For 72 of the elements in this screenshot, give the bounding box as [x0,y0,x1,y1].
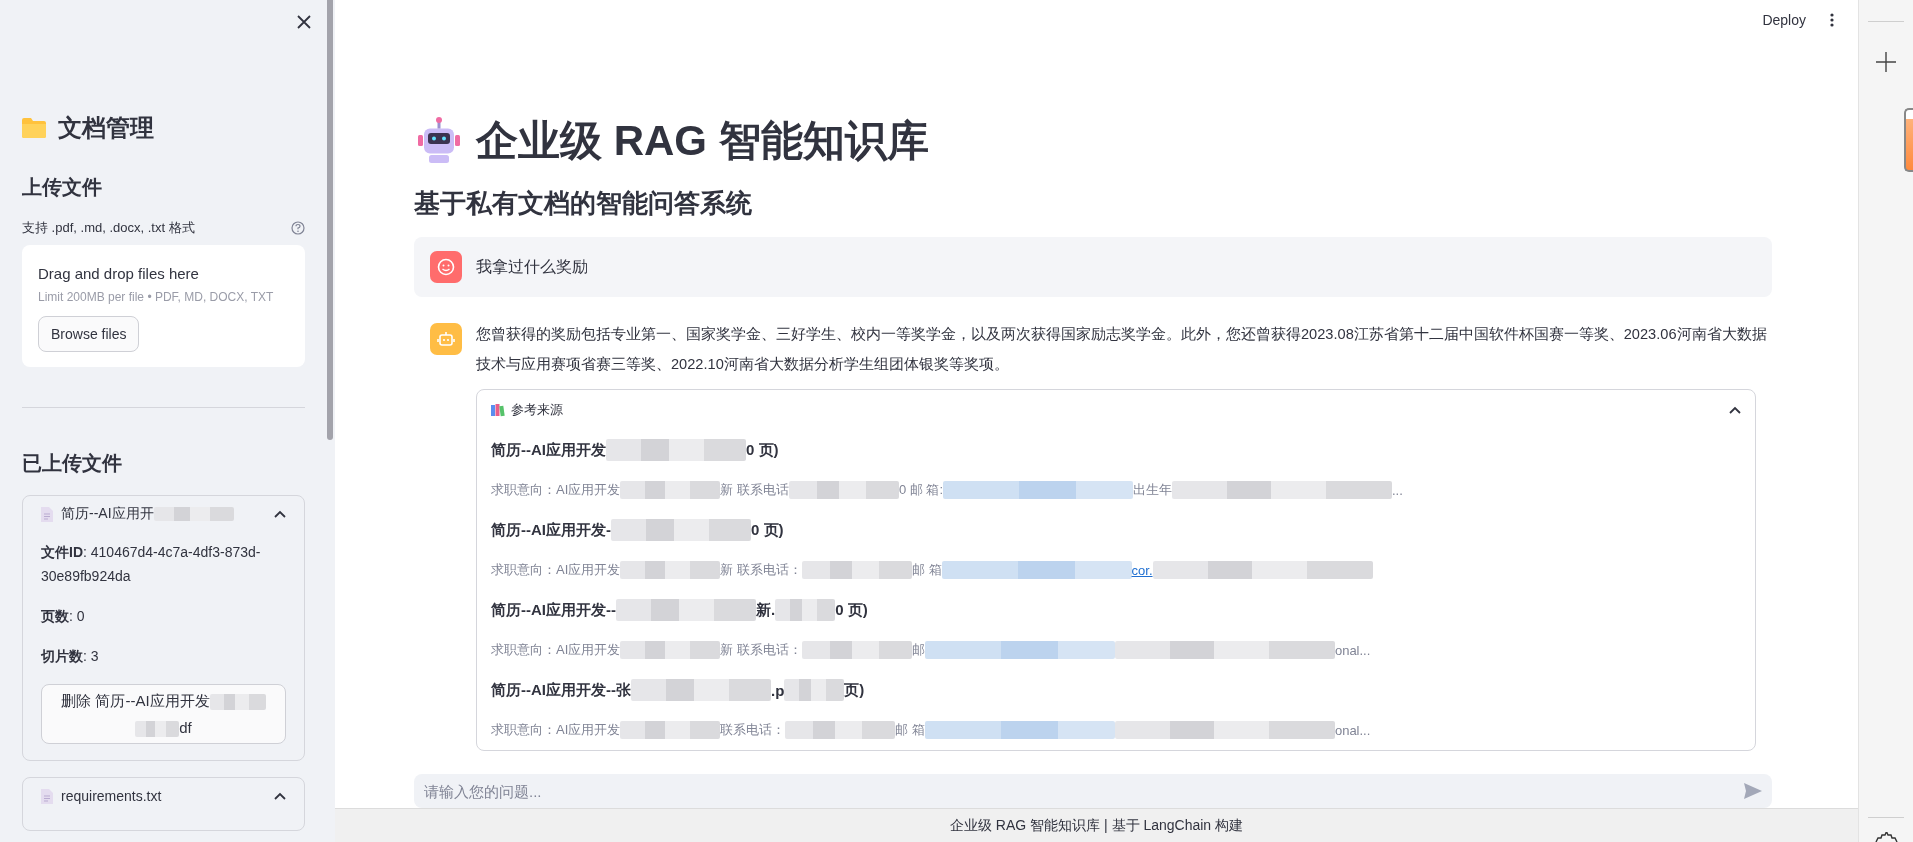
source-title: 简历--AI应用开发--张 [491,680,631,700]
smiley-icon [437,258,455,276]
sidebar-title: 文档管理 [58,113,154,143]
redaction-blur [209,694,266,710]
source-snippet: 出生年 [1133,481,1172,499]
document-icon [41,506,53,522]
source-snippet: 邮 箱 [895,721,925,739]
plus-icon[interactable] [1876,52,1896,72]
source-snippet: 求职意向：AI应用开发 [491,721,621,739]
caret-up-icon[interactable] [1729,406,1741,414]
source-snippet: 邮 [911,641,925,659]
gear-icon[interactable] [1873,832,1899,842]
help-icon[interactable] [291,221,305,235]
source-snippet: 0 邮 箱: [898,481,943,499]
source-snippet: 新 联系电话： [720,641,802,659]
browse-button[interactable]: Browse files [38,316,140,352]
folder-icon [22,118,46,138]
expander-header[interactable]: requirements.txt [41,778,286,814]
source-title: 简历--AI应用开发- [491,520,611,540]
source-snippet: 求职意向：AI应用开发 [491,481,621,499]
scrollbar-thumb[interactable] [327,0,333,440]
expander-title: 参考来源 [511,401,564,419]
link[interactable]: cor. [1131,562,1153,578]
section-heading: 上传文件 [22,175,103,200]
source-title: 新. [756,600,776,620]
source-snippet: 求职意向：AI应用开发 [491,561,621,579]
source-title: 简历--AI应用开发-- [491,600,616,620]
redaction-blur [775,599,836,621]
document-icon [41,788,53,804]
expander-header[interactable]: 参考来源 [491,390,1741,430]
source-title: 0 页) [835,600,868,620]
section-heading: 已上传文件 [22,451,123,476]
chat-input[interactable]: 请输入您的问题... [414,774,1772,808]
source-title: .p [771,681,785,699]
robot-icon [437,330,455,348]
upload-label: 支持 .pdf, .md, .docx, .txt 格式 [22,219,195,237]
file-detail: 切片数: 3 [41,647,100,666]
message-text: 您曾获得的奖励包括专业第一、国家奖学金、三好学生、校内一等奖学金，以及两次获得国家励志奖学金。此外，您还曾获得2023.08江苏省第十二届中国软件杯国赛一等奖、2023.06河南省大数据技术与应用赛项省赛三等奖、2022.10河南省大数据分析学生组团体银奖等奖项。 [476,325,1768,374]
file-name: requirements.txt [61,788,162,804]
source-title: 页) [844,680,865,700]
caret-up-icon[interactable] [274,792,286,800]
source-snippet: 邮 箱 [911,561,942,579]
caret-up-icon[interactable] [274,510,286,518]
source-snippet: ... [1392,482,1403,498]
source-snippet: 新 联系电话 [720,481,789,499]
footer-text: 企业级 RAG 智能知识库 | 基于 LangChain 构建 [949,816,1243,835]
source-snippet: 联系电话： [720,721,786,739]
source-snippet: 新 联系电话： [720,561,802,579]
source-snippet: onal... [1334,642,1371,658]
file-detail: 页数: 0 [41,607,86,626]
delete-button[interactable]: 删除 简历--AI应用开发 df [41,684,286,744]
source-title: 简历--AI应用开发 [491,440,606,460]
more-icon[interactable] [1830,13,1834,27]
file-detail: 文件ID: 410467d4-4c7a-4df3-873d-30e89fb924da [41,543,262,586]
dropzone-title: Drag and drop files here [38,265,200,282]
source-snippet: onal... [1334,722,1371,738]
scroll-indicator[interactable] [1904,108,1913,172]
source-title: 0 页) [746,440,779,460]
redaction-blur [135,721,180,737]
file-dropzone[interactable]: Drag and drop files here Limit 200MB per file • PDF, MD, DOCX, TXT Browse files [22,245,305,367]
page-subtitle: 基于私有文档的智能问答系统 [414,187,753,220]
page-title: 企业级 RAG 智能知识库 [476,116,929,166]
close-icon[interactable] [296,14,312,30]
expander-header[interactable]: 简历--AI应用开 [41,496,286,532]
file-name: 简历--AI应用开 [61,505,154,523]
redaction-blur [784,679,845,701]
books-icon [491,403,505,417]
message-text: 我拿过什么奖励 [476,256,588,277]
source-title: 0 页) [751,520,784,540]
deploy-button[interactable]: Deploy [1760,8,1808,32]
source-snippet: 求职意向：AI应用开发 [491,641,621,659]
dropzone-hint: Limit 200MB per file • PDF, MD, DOCX, TXT [38,290,275,304]
